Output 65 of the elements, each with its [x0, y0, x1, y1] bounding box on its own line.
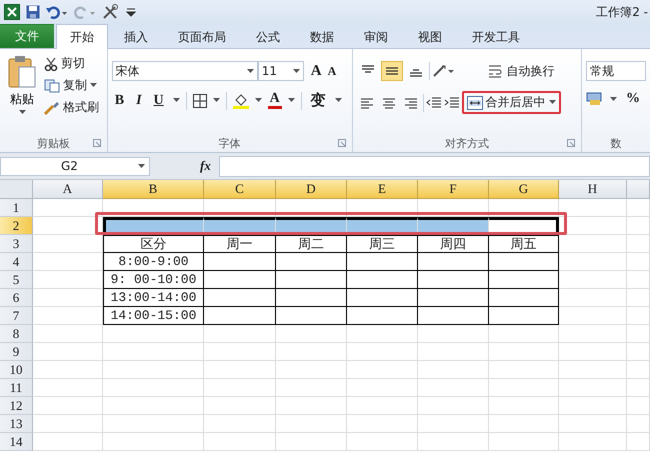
ribbon-tab[interactable]: 页面布局 [164, 25, 240, 48]
phonetic-button[interactable]: 变 [308, 91, 329, 110]
percent-button[interactable]: % [623, 91, 643, 107]
column-header[interactable]: G [489, 180, 559, 199]
table-cell[interactable]: 9: 00-10:00 [103, 271, 204, 289]
table-cell[interactable]: 周二 [276, 235, 347, 253]
row-header[interactable]: 11 [0, 379, 33, 397]
row-header[interactable]: 2 [0, 217, 33, 235]
format-painter-button[interactable]: 格式刷 [63, 99, 99, 116]
row-header[interactable]: 13 [0, 415, 33, 433]
paste-button[interactable]: 粘贴 [10, 91, 34, 108]
row-header[interactable]: 6 [0, 289, 33, 307]
column-header[interactable]: B [103, 180, 204, 199]
ribbon-tab[interactable]: 审阅 [350, 25, 402, 48]
number-format-field[interactable]: 常规 [586, 61, 646, 81]
underline-button[interactable]: U [150, 92, 167, 108]
column-header[interactable]: A [33, 180, 103, 199]
ribbon-tab[interactable]: 开始 [56, 24, 108, 49]
row-header[interactable]: 7 [0, 307, 33, 325]
wrap-text-button[interactable]: 自动换行 [506, 62, 555, 80]
row-header[interactable]: 4 [0, 253, 33, 271]
group-label: 剪贴板 [36, 136, 70, 151]
table-cell[interactable]: 周五 [489, 235, 559, 253]
grow-font-button[interactable]: A [308, 62, 325, 80]
row-header[interactable]: 10 [0, 361, 33, 379]
group-label: 字体 [218, 136, 241, 151]
table-cell[interactable]: 周四 [418, 235, 489, 253]
column-header[interactable]: E [347, 180, 418, 199]
cut-button[interactable]: 剪切 [61, 55, 85, 72]
ribbon-tab[interactable]: 开发工具 [458, 25, 534, 48]
row-header[interactable]: 3 [0, 235, 33, 253]
insert-function-button[interactable]: fx [200, 158, 211, 174]
table-cell[interactable]: 13:00-14:00 [103, 289, 204, 307]
table-cell[interactable]: 周三 [347, 235, 418, 253]
copy-button[interactable]: 复制 [63, 77, 87, 94]
row-header[interactable]: 9 [0, 343, 33, 361]
ribbon-tab[interactable]: 视图 [404, 25, 456, 48]
ribbon-tab[interactable]: 数据 [296, 25, 348, 48]
file-tab[interactable]: 文件 [0, 24, 54, 48]
ribbon-tab[interactable]: 插入 [110, 25, 162, 48]
ribbon-tab[interactable]: 公式 [242, 25, 294, 48]
bold-button[interactable]: B [112, 92, 128, 108]
table-cell[interactable]: 14:00-15:00 [103, 307, 204, 325]
row-header[interactable]: 5 [0, 271, 33, 289]
font-color-button[interactable]: A [268, 92, 282, 109]
column-header[interactable]: F [418, 180, 489, 199]
font-size-field[interactable]: 11 [258, 61, 304, 81]
window-title: 工作簿2 - [596, 4, 648, 20]
row-header[interactable]: 8 [0, 325, 33, 343]
font-name-field[interactable]: 宋体 [112, 61, 258, 81]
row-header[interactable]: 14 [0, 433, 33, 451]
table-cell[interactable]: 区分 [103, 235, 204, 253]
merge-center-button[interactable]: 合并后居中 [462, 91, 561, 114]
table-cell[interactable]: 8:00-9:00 [103, 253, 204, 271]
name-box[interactable]: G2 [0, 156, 150, 176]
group-label: 对齐方式 [444, 136, 489, 151]
table-cell[interactable]: 周一 [204, 235, 276, 253]
italic-button[interactable]: I [133, 92, 145, 108]
column-header[interactable]: H [559, 180, 627, 199]
column-header[interactable]: C [204, 180, 276, 199]
row-header[interactable]: 1 [0, 199, 33, 217]
row-header[interactable]: 12 [0, 397, 33, 415]
group-label: 数 [610, 136, 622, 151]
shrink-font-button[interactable]: A [324, 64, 340, 78]
column-header[interactable]: D [276, 180, 347, 199]
